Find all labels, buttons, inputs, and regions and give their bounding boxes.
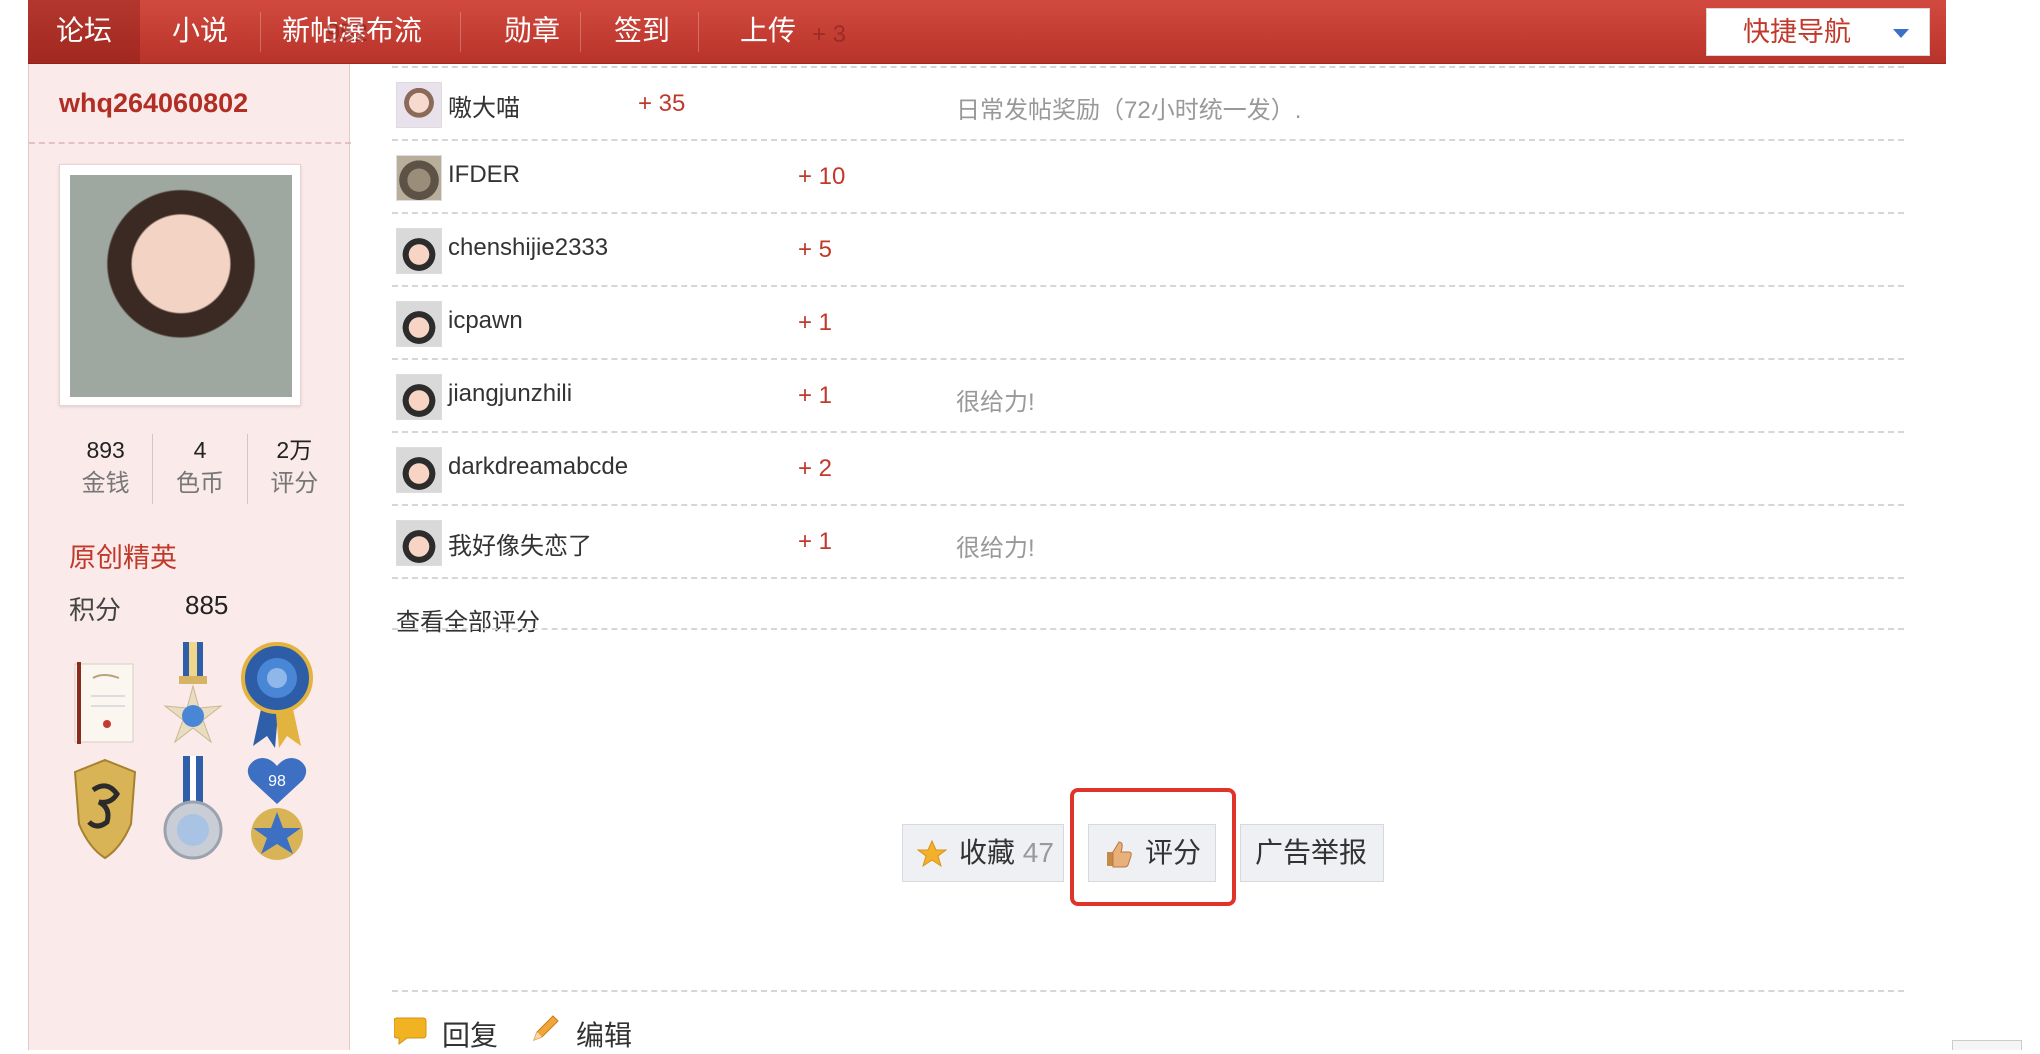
rating-reason: 很给力! [956,389,1035,416]
rating-reason: 很给力! [956,535,1035,562]
stat-label: 色币 [175,470,224,497]
rater-name[interactable]: 我好像失恋了 [448,526,592,561]
rate-label: 评分 [1145,837,1202,868]
points-label: 积分 [69,595,122,625]
rater-avatar[interactable] [396,155,442,201]
stat-value: 893 [86,437,125,463]
profile-username[interactable]: whq264060802 [59,88,248,119]
speech-bubble-icon [394,1017,427,1045]
rating-row: IFDER + 10 [392,141,1904,214]
rating-row: 嗷大喵 + 35 日常发帖奖励（72小时统一发）. [392,68,1904,141]
rater-avatar[interactable] [396,520,442,566]
report-ad-button[interactable]: 广告举报 [1240,824,1384,882]
chevron-down-icon [1893,29,1909,38]
edit-button[interactable]: 编辑 [533,1014,633,1054]
rater-avatar[interactable] [396,301,442,347]
nav-checkin[interactable]: 签到 [592,0,692,64]
rating-row: chenshijie2333 + 5 [392,214,1904,287]
avatar-image [70,175,292,397]
scroll-to-top-tab[interactable] [1952,1040,2022,1050]
rating-score: + 1 [798,309,833,336]
top-nav-bar: 论坛 小说 新帖瀑布流 952 勋章 签到 上传 + 3 快捷导航 [28,0,1946,64]
nav-medals[interactable]: 勋章 [482,0,582,64]
rater-name[interactable]: 嗷大喵 [448,88,520,123]
favorite-count: 47 [1022,837,1054,868]
stat-money[interactable]: 893 金钱 [59,434,154,504]
dragon-shield-medal-icon[interactable] [69,754,141,864]
rater-avatar[interactable] [396,228,442,274]
nav-separator [698,12,699,52]
rater-name[interactable]: darkdreamabcde [448,453,628,481]
blue-rosette-medal-icon[interactable] [241,640,313,750]
rating-row: jiangjunzhili + 1 很给力! [392,360,1904,433]
rating-score: + 1 [798,528,833,555]
rate-button[interactable]: 评分 [1088,824,1216,882]
stat-value: 2万 [276,437,313,463]
heart-star-98-medal-icon[interactable]: 98 [241,754,313,864]
favorite-label: 收藏 [959,837,1016,868]
stat-coins[interactable]: 4 色币 [153,434,248,504]
silver-medal-icon[interactable] [157,754,229,864]
rater-name[interactable]: icpawn [448,307,523,335]
star-icon [917,839,947,868]
reply-button[interactable]: 回复 [394,1014,499,1054]
rating-score: + 2 [798,455,833,482]
post-main-content: 嗷大喵 + 35 日常发帖奖励（72小时统一发）. IFDER + 10 che… [350,64,1946,1051]
medal-badge-text: 98 [268,773,286,790]
nav-overlap-score: + 3 [811,21,847,48]
rating-row: 我好像失恋了 + 1 很给力! [392,506,1904,579]
rating-score: + 5 [798,236,833,263]
sun-medal-icon[interactable] [157,640,229,750]
quick-nav-dropdown[interactable]: 快捷导航 [1706,8,1930,56]
favorite-button[interactable]: 收藏 47 [902,824,1064,882]
rater-name[interactable]: jiangjunzhili [448,380,572,408]
user-rank-title[interactable]: 原创精英 [69,536,177,575]
rater-avatar[interactable] [396,447,442,493]
view-all-ratings-link[interactable]: 查看全部评分 [396,602,540,637]
report-ad-label: 广告举报 [1255,837,1368,868]
rater-name[interactable]: chenshijie2333 [448,234,608,262]
rating-score: + 1 [798,382,833,409]
rater-name[interactable]: IFDER [448,161,520,189]
rater-avatar[interactable] [396,82,442,128]
stat-label: 金钱 [81,470,130,497]
profile-stats: 893 金钱 4 色币 2万 评分 [59,434,341,504]
avatar[interactable] [59,164,301,406]
nav-separator [260,12,261,52]
rating-row: darkdreamabcde + 2 [392,433,1904,506]
user-profile-sidebar: whq264060802 893 金钱 4 色币 2万 评分 原创精英 积分 8… [28,64,351,1050]
quick-nav-label: 快捷导航 [1743,17,1851,47]
certificate-medal-icon[interactable] [69,648,141,758]
edit-label: 编辑 [576,1020,633,1051]
divider [392,990,1904,992]
divider [29,142,351,144]
rating-row: icpawn + 1 [392,287,1904,360]
stat-label: 评分 [270,470,319,497]
divider [392,628,1904,630]
rater-avatar[interactable] [396,374,442,420]
nav-novel[interactable]: 小说 [142,0,258,64]
stat-value: 4 [193,437,207,463]
rating-reason: 日常发帖奖励（72小时统一发）. [956,97,1302,124]
nav-separator [460,12,461,52]
pencil-icon [533,1015,559,1041]
reply-label: 回复 [442,1020,499,1051]
rating-score: + 10 [798,163,846,190]
nav-overlap-text: 952 [326,19,368,47]
stat-rating[interactable]: 2万 评分 [248,434,341,504]
points-value: 885 [185,590,229,620]
nav-forum[interactable]: 论坛 [28,0,140,64]
rating-score: + 35 [638,90,686,117]
thumbs-up-icon [1107,841,1132,868]
nav-separator [580,12,581,52]
